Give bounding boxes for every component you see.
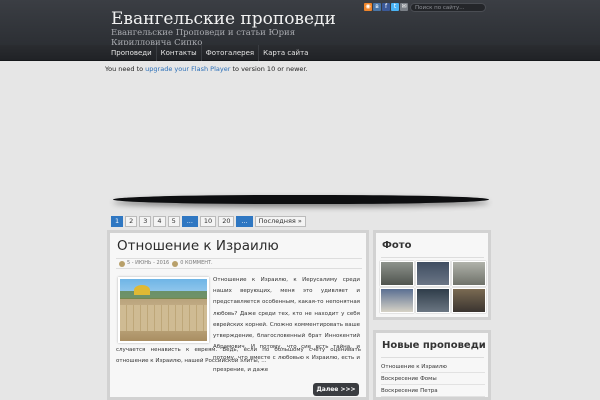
mail-icon[interactable]: ✉ — [400, 3, 408, 11]
search-input[interactable] — [410, 3, 486, 12]
nav-item-sitemap[interactable]: Карта сайта — [259, 45, 312, 61]
twitter-icon[interactable]: t — [391, 3, 399, 11]
vkontakte-icon[interactable]: в — [373, 3, 381, 11]
photo-widget: Фото — [373, 230, 491, 320]
photo-thumb[interactable] — [380, 288, 414, 313]
flash-notice-text-before: You need to — [105, 65, 146, 73]
new-post-link[interactable]: Отношение к Израилю — [381, 361, 485, 373]
post-title[interactable]: Отношение к Израилю — [117, 238, 279, 254]
pagination: 1 2 3 4 5 ... 10 20 ... Последняя » — [111, 216, 306, 227]
post-thumbnail[interactable] — [118, 277, 209, 343]
post-excerpt-bottom: случается ненависть к евреям. Ведь, если… — [116, 347, 361, 365]
site-title[interactable]: Евангельские проповеди — [111, 9, 336, 29]
photo-thumb[interactable] — [452, 288, 486, 313]
post-meta: 5 - ИЮНЬ - 2016 0 КОММЕНТ. — [116, 258, 362, 269]
page-link-3[interactable]: 3 — [139, 216, 152, 227]
social-icons: ◉ в f t ✉ — [364, 3, 408, 11]
page-ellipsis: ... — [236, 216, 253, 227]
photo-thumbs — [380, 261, 486, 313]
widget-divider — [381, 257, 484, 258]
rss-icon[interactable]: ◉ — [364, 3, 372, 11]
new-post-link[interactable]: Воскресение Фомы — [381, 373, 485, 385]
new-post-link[interactable]: Воскресение Петра — [381, 385, 485, 397]
photo-thumb[interactable] — [416, 261, 450, 286]
read-more-button[interactable]: Далее >>> — [313, 383, 359, 396]
flash-upgrade-link[interactable]: upgrade your Flash Player — [145, 65, 230, 73]
page-link-1[interactable]: 1 — [111, 216, 124, 227]
widget-divider — [381, 357, 484, 358]
new-posts-widget: Новые проповеди Отношение к Израилю Воск… — [373, 330, 491, 400]
flash-notice: You need to upgrade your Flash Player to… — [105, 65, 308, 73]
nav-item-gallery[interactable]: Фотогалерея — [202, 45, 260, 61]
photo-thumb[interactable] — [380, 261, 414, 286]
nav-item-contacts[interactable]: Контакты — [157, 45, 202, 61]
photo-thumb[interactable] — [416, 288, 450, 313]
page-link-4[interactable]: 4 — [153, 216, 166, 227]
photo-thumb[interactable] — [452, 261, 486, 286]
main-nav: Проповеди Контакты Фотогалерея Карта сай… — [0, 45, 600, 61]
post-card: Отношение к Израилю 5 - ИЮНЬ - 2016 0 КО… — [107, 230, 369, 400]
post-comments[interactable]: 0 КОММЕНТ. — [180, 259, 212, 268]
page-link-2[interactable]: 2 — [125, 216, 138, 227]
slider-shadow — [113, 195, 489, 204]
page-link-last[interactable]: Последняя » — [254, 216, 306, 227]
new-posts-title: Новые проповеди — [382, 340, 486, 351]
page-link-5[interactable]: 5 — [167, 216, 180, 227]
image-wall — [120, 305, 207, 331]
page-ellipsis: ... — [181, 216, 198, 227]
post-date: 5 - ИЮНЬ - 2016 — [127, 260, 170, 266]
photo-widget-title: Фото — [382, 240, 412, 251]
facebook-icon[interactable]: f — [382, 3, 390, 11]
comment-icon — [172, 260, 179, 267]
site-header: Евангельские проповеди Евангельские Проп… — [0, 0, 600, 48]
new-posts-list: Отношение к Израилю Воскресение Фомы Вос… — [381, 361, 485, 397]
flash-notice-text-after: to version 10 or newer. — [230, 65, 308, 73]
nav-item-sermons[interactable]: Проповеди — [107, 45, 157, 61]
calendar-icon — [119, 260, 125, 267]
page-link-10[interactable]: 10 — [199, 216, 217, 227]
image-dome — [134, 285, 150, 295]
page-link-20[interactable]: 20 — [218, 216, 235, 227]
